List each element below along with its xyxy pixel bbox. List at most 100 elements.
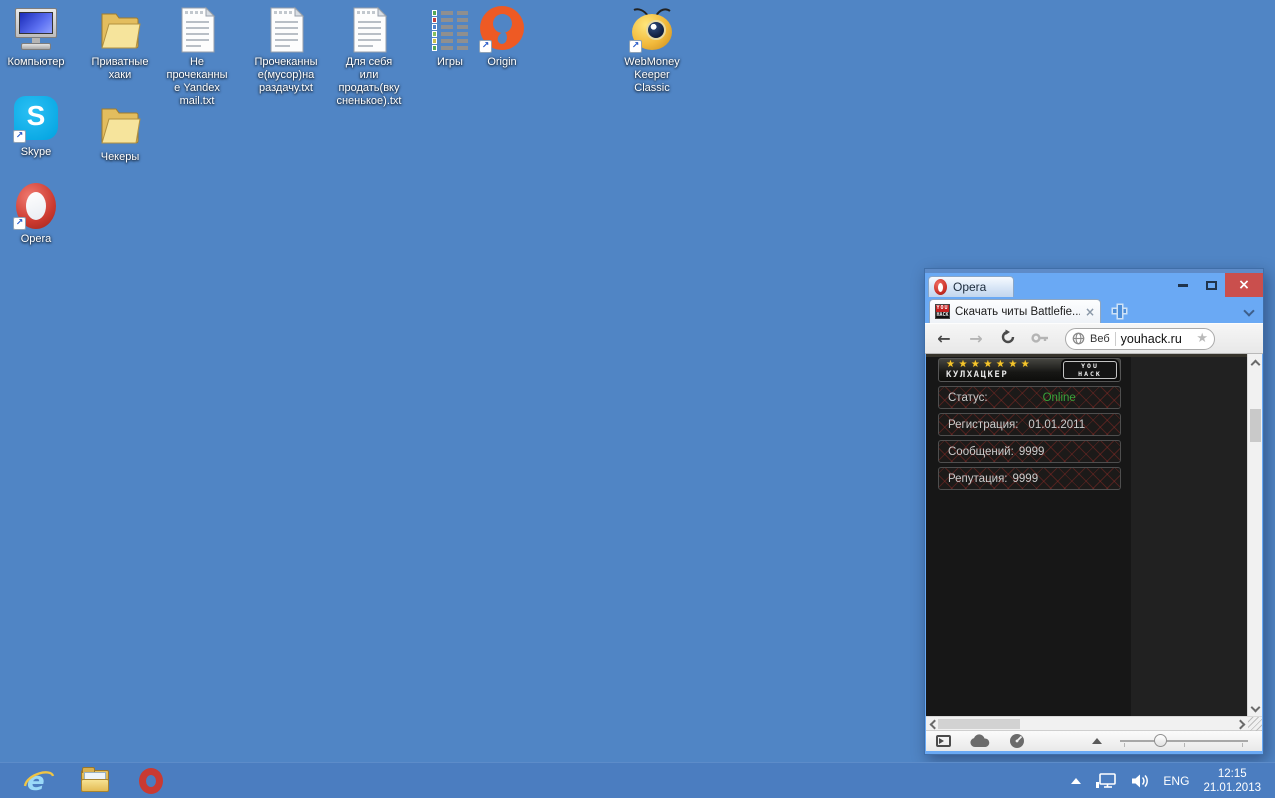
desktop-icon-label: Компьютер bbox=[7, 56, 65, 68]
status-row: Статус: Online bbox=[938, 386, 1121, 409]
tray-expand-icon[interactable] bbox=[1071, 777, 1082, 784]
clock-date: 21.01.2013 bbox=[1203, 781, 1261, 794]
forward-button[interactable]: → bbox=[965, 330, 987, 347]
zoom-popup-icon[interactable] bbox=[1092, 738, 1102, 744]
opera-turbo-cloud-icon[interactable] bbox=[969, 734, 991, 748]
opera-logo-icon bbox=[934, 279, 947, 295]
desktop-icon-skype[interactable]: S ↗ Skype bbox=[0, 96, 78, 159]
language-indicator[interactable]: ENG bbox=[1163, 774, 1189, 788]
tab-list-chevron-icon[interactable] bbox=[1245, 307, 1253, 315]
speed-dial-gauge-icon[interactable] bbox=[1009, 733, 1025, 749]
bookmark-star-icon[interactable]: ★ bbox=[1196, 331, 1208, 346]
password-wand-icon[interactable] bbox=[1029, 331, 1051, 347]
username-text: КУЛХАЦКЕР bbox=[946, 370, 1009, 380]
folder-icon bbox=[96, 6, 144, 54]
window-resize-grip[interactable] bbox=[1248, 717, 1262, 731]
taskbar-opera-button[interactable] bbox=[134, 766, 168, 796]
volume-icon[interactable] bbox=[1131, 773, 1149, 789]
horizontal-scroll-thumb[interactable] bbox=[938, 719, 1020, 729]
globe-icon bbox=[1072, 332, 1085, 345]
folder-icon bbox=[96, 101, 144, 149]
status-label: Статус: bbox=[948, 391, 988, 404]
desktop-icon-label: Чекеры bbox=[100, 151, 140, 163]
zoom-slider-knob[interactable] bbox=[1154, 734, 1167, 747]
webpage-content: ★★★★★★★ КУЛХАЦКЕР YOU HACK Статус: Onlin… bbox=[926, 354, 1247, 716]
zoom-slider[interactable] bbox=[1120, 734, 1248, 748]
reputation-label: Репутация: bbox=[948, 472, 1008, 485]
address-separator bbox=[1114, 331, 1116, 346]
scroll-left-icon[interactable] bbox=[929, 721, 936, 728]
opera-window: Opera × YOU HACK Скачать читы Battlefie.… bbox=[924, 268, 1264, 755]
youhack-favicon-icon: YOU HACK bbox=[935, 304, 950, 319]
desktop-icon-origin[interactable]: ↗ Origin bbox=[460, 6, 544, 69]
network-icon[interactable] bbox=[1095, 772, 1117, 789]
desktop-icon-computer[interactable]: Компьютер bbox=[0, 6, 78, 69]
status-value: Online bbox=[1042, 391, 1076, 404]
reputation-value: 9999 bbox=[1012, 472, 1039, 485]
maximize-icon bbox=[1205, 280, 1217, 290]
file-explorer-icon bbox=[81, 766, 109, 792]
shortcut-arrow-icon: ↗ bbox=[629, 40, 642, 53]
desktop-icon-private-hacks[interactable]: Приватные хаки bbox=[78, 6, 162, 82]
rating-stars-icon: ★★★★★★★ bbox=[946, 359, 1034, 370]
scroll-up-icon[interactable] bbox=[1252, 359, 1259, 366]
svg-text:e: e bbox=[27, 767, 45, 796]
shortcut-arrow-icon: ↗ bbox=[13, 130, 26, 143]
clock-time: 12:15 bbox=[1217, 767, 1247, 780]
minimize-button[interactable] bbox=[1169, 275, 1197, 295]
vertical-scrollbar[interactable] bbox=[1247, 354, 1262, 716]
desktop-icon-label: Не прочеканны е Yandex mail.txt bbox=[166, 56, 228, 107]
vertical-scroll-thumb[interactable] bbox=[1250, 409, 1261, 442]
desktop-icon-label: Opera bbox=[20, 233, 52, 245]
panels-toggle-icon[interactable] bbox=[936, 735, 951, 747]
messages-label: Сообщений: bbox=[948, 445, 1014, 458]
reload-button[interactable] bbox=[997, 329, 1019, 348]
url-text[interactable]: youhack.ru bbox=[1121, 332, 1192, 346]
scroll-down-icon[interactable] bbox=[1252, 704, 1259, 711]
opera-menu-label: Opera bbox=[953, 280, 987, 294]
browser-toolbar: ← → Веб youhack.ru ★ bbox=[925, 323, 1263, 354]
desktop-icon-checkers-folder[interactable]: Чекеры bbox=[78, 101, 162, 164]
opera-taskbar-icon bbox=[139, 767, 163, 794]
tab-title: Скачать читы Battlefie... bbox=[955, 305, 1080, 318]
opera-icon: ↗ bbox=[12, 183, 60, 231]
window-titlebar[interactable]: Opera × bbox=[925, 273, 1263, 297]
taskbar-clock[interactable]: 12:15 21.01.2013 bbox=[1203, 767, 1261, 795]
minimize-icon bbox=[1178, 283, 1188, 287]
tab-close-icon[interactable]: × bbox=[1085, 305, 1095, 319]
taskbar-ie-button[interactable]: e bbox=[22, 766, 56, 796]
taskbar: e ENG 12:15 21.01.2013 bbox=[0, 762, 1275, 798]
tab-bar: YOU HACK Скачать читы Battlefie... × bbox=[925, 297, 1263, 323]
desktop-icon-label: Для себя или продать(вку сненькое).txt bbox=[336, 56, 402, 107]
tab-youhack[interactable]: YOU HACK Скачать читы Battlefie... × bbox=[929, 299, 1101, 323]
desktop-icon-label: Приватные хаки bbox=[91, 56, 149, 81]
desktop-icon-label: Skype bbox=[20, 146, 52, 158]
computer-icon bbox=[12, 6, 60, 54]
desktop-icon-unchecked-yandex-txt[interactable]: Не прочеканны е Yandex mail.txt bbox=[155, 6, 239, 108]
desktop-icon-checked-trash-txt[interactable]: Прочеканны е(мусор)на раздачу.txt bbox=[244, 6, 328, 95]
search-engine-label[interactable]: Веб bbox=[1090, 333, 1110, 345]
address-bar[interactable]: Веб youhack.ru ★ bbox=[1065, 327, 1215, 350]
messages-value: 9999 bbox=[1018, 445, 1045, 458]
desktop-icon-opera[interactable]: ↗ Opera bbox=[0, 183, 78, 246]
desktop-icon-webmoney[interactable]: ↗ WebMoney Keeper Classic bbox=[610, 6, 694, 95]
close-button[interactable]: × bbox=[1225, 273, 1263, 297]
system-tray: ENG 12:15 21.01.2013 bbox=[1071, 767, 1275, 795]
registration-row: Регистрация: 01.01.2011 bbox=[938, 413, 1121, 436]
desktop-icon-label: Прочеканны е(мусор)на раздачу.txt bbox=[254, 56, 318, 94]
desktop-icon-for-self-or-sell-txt[interactable]: Для себя или продать(вку сненькое).txt bbox=[327, 6, 411, 108]
text-file-icon bbox=[345, 6, 393, 54]
registration-label: Регистрация: bbox=[948, 418, 1019, 431]
back-button[interactable]: ← bbox=[933, 330, 955, 347]
desktop-icon-label: WebMoney Keeper Classic bbox=[624, 56, 680, 94]
shortcut-arrow-icon: ↗ bbox=[13, 217, 26, 230]
maximize-button[interactable] bbox=[1197, 275, 1225, 295]
taskbar-explorer-button[interactable] bbox=[78, 766, 112, 796]
horizontal-scrollbar[interactable] bbox=[926, 716, 1262, 731]
scroll-right-icon[interactable] bbox=[1237, 721, 1244, 728]
reputation-row: Репутация: 9999 bbox=[938, 467, 1121, 490]
text-file-icon bbox=[262, 6, 310, 54]
new-tab-button[interactable] bbox=[1109, 302, 1131, 320]
opera-menu-button[interactable]: Opera bbox=[928, 276, 1014, 297]
youhack-logo-badge: YOU HACK bbox=[1063, 361, 1117, 379]
